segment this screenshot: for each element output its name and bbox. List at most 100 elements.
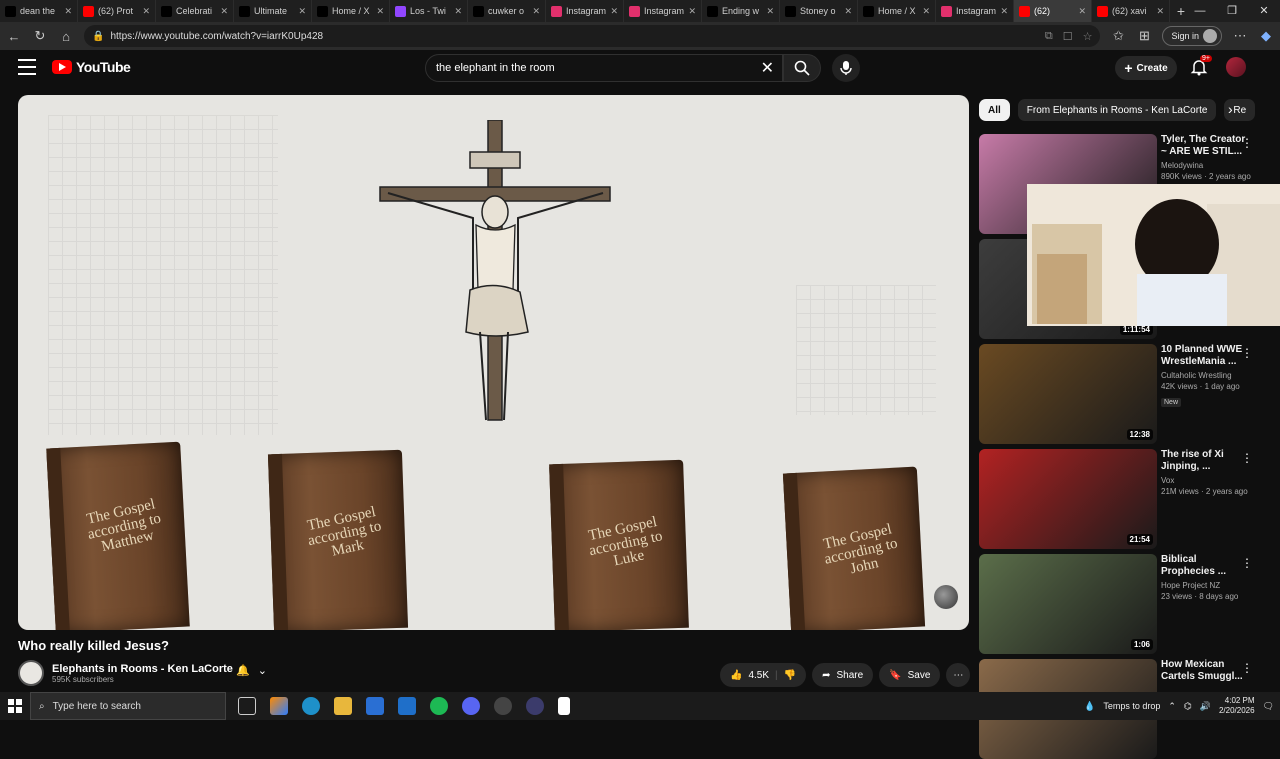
browser-tab[interactable]: Los - Twi ✕ [390, 0, 468, 22]
browser-tab[interactable]: Instagram ✕ [624, 0, 702, 22]
more-options-icon[interactable]: ⋮ [1241, 451, 1253, 465]
video-channel[interactable]: Melodywina [1161, 161, 1251, 170]
more-actions-button[interactable]: ⋯ [946, 663, 971, 687]
close-tab-icon[interactable]: ✕ [1078, 6, 1086, 17]
sign-in-button[interactable]: Sign in [1162, 26, 1222, 46]
document-icon[interactable] [558, 697, 570, 715]
close-tab-icon[interactable]: ✕ [922, 6, 930, 17]
close-tab-icon[interactable]: ✕ [844, 6, 852, 17]
browser-tab[interactable]: (62) Prot ✕ [78, 0, 156, 22]
copilot-app-icon[interactable] [270, 697, 288, 715]
video-player[interactable]: The Gospel according to Matthew The Gosp… [18, 95, 969, 630]
search-button[interactable] [783, 54, 821, 82]
close-tab-icon[interactable]: ✕ [766, 6, 774, 17]
recommended-video[interactable]: How Mexican Cartels Smuggl... ⋮ [979, 659, 1269, 759]
more-menu-icon[interactable]: ⋯ [1232, 28, 1248, 44]
minimize-icon[interactable]: — [1184, 0, 1216, 22]
video-channel[interactable]: Hope Project NZ [1161, 581, 1251, 590]
search-input[interactable]: the elephant in the room ✕ [425, 54, 783, 82]
chip-from-channel[interactable]: From Elephants in Rooms - Ken LaCorte [1017, 99, 1217, 121]
more-options-icon[interactable]: ⋮ [1241, 346, 1253, 360]
user-avatar[interactable] [1226, 57, 1246, 77]
close-tab-icon[interactable]: ✕ [1156, 6, 1164, 17]
app-icon[interactable] [526, 697, 544, 715]
browser-tab[interactable]: dean the ✕ [0, 0, 78, 22]
browser-tab[interactable]: Ending w ✕ [702, 0, 780, 22]
voice-search-button[interactable] [832, 54, 860, 82]
close-tab-icon[interactable]: ✕ [376, 6, 384, 17]
refresh-icon[interactable]: ↻ [32, 28, 48, 44]
spotify-icon[interactable] [430, 697, 448, 715]
browser-tab[interactable]: Celebrati ✕ [156, 0, 234, 22]
favorite-icon[interactable]: ☆ [1083, 30, 1093, 43]
volume-icon[interactable]: 🔊 [1200, 701, 1211, 712]
video-title[interactable]: Biblical Prophecies ... [1161, 554, 1251, 578]
recommended-video[interactable]: 21:54 The rise of Xi Jinping, ... Vox 21M v… [979, 449, 1269, 549]
channel-avatar[interactable] [18, 660, 44, 686]
close-tab-icon[interactable]: ✕ [454, 6, 462, 17]
close-tab-icon[interactable]: ✕ [142, 6, 150, 17]
video-thumbnail[interactable]: 1:06 [979, 554, 1157, 654]
browser-tab[interactable]: Ultimate ✕ [234, 0, 312, 22]
close-tab-icon[interactable]: ✕ [532, 6, 540, 17]
like-icon[interactable]: 👍 [730, 670, 742, 681]
reader-icon[interactable]: ☐ [1063, 30, 1073, 43]
obs-icon[interactable] [494, 697, 512, 715]
mail-icon[interactable] [398, 697, 416, 715]
dislike-icon[interactable]: 👎 [784, 670, 796, 681]
close-tab-icon[interactable]: ✕ [298, 6, 306, 17]
network-icon[interactable]: ⌬ [1184, 701, 1192, 712]
channel-name[interactable]: Elephants in Rooms - Ken LaCorte [52, 663, 233, 675]
subscription-bell-button[interactable]: 🔔 ⌄ [236, 664, 267, 677]
chevron-right-icon[interactable]: › [1228, 101, 1233, 117]
share-button[interactable]: ➦ Share [812, 663, 874, 687]
recommended-video[interactable]: 12:38 10 Planned WWE WrestleMania ... Cult… [979, 344, 1269, 444]
taskbar-search-input[interactable]: ⌕ Type here to search [30, 692, 226, 720]
notifications-button[interactable]: 9+ [1190, 55, 1212, 78]
browser-tab[interactable]: Instagram ✕ [546, 0, 624, 22]
menu-icon[interactable] [18, 59, 36, 75]
browser-tab[interactable]: Home / X ✕ [312, 0, 390, 22]
close-tab-icon[interactable]: ✕ [610, 6, 618, 17]
back-icon[interactable]: ← [6, 29, 22, 44]
favorites-icon[interactable]: ✩ [1110, 28, 1126, 44]
browser-tab[interactable]: Instagram ✕ [936, 0, 1014, 22]
create-button[interactable]: + Create [1115, 56, 1177, 80]
store-icon[interactable] [366, 697, 384, 715]
video-title[interactable]: Tyler, The Creator ~ ARE WE STIL... [1161, 134, 1251, 158]
close-tab-icon[interactable]: ✕ [64, 6, 72, 17]
browser-tab[interactable]: Home / X ✕ [858, 0, 936, 22]
video-channel[interactable]: Cultaholic Wrestling [1161, 371, 1251, 380]
more-options-icon[interactable]: ⋮ [1241, 661, 1253, 675]
notifications-center-icon[interactable]: 🗨 [1263, 701, 1274, 712]
close-tab-icon[interactable]: ✕ [220, 6, 228, 17]
close-tab-icon[interactable]: ✕ [688, 6, 696, 17]
clock[interactable]: 4:02 PM 2/20/2026 [1219, 696, 1255, 716]
edge-browser-icon[interactable] [302, 697, 320, 715]
tray-chevron-icon[interactable]: ⌃ [1168, 701, 1176, 712]
task-view-icon[interactable] [238, 697, 256, 715]
more-options-icon[interactable]: ⋮ [1241, 556, 1253, 570]
file-explorer-icon[interactable] [334, 697, 352, 715]
windows-start-icon[interactable] [0, 699, 30, 713]
recommended-video[interactable]: 1:06 Biblical Prophecies ... Hope Project … [979, 554, 1269, 654]
extension-icon[interactable]: ⧉ [1045, 30, 1053, 43]
save-button[interactable]: 🔖 Save [879, 663, 941, 687]
like-count[interactable]: 4.5K [748, 670, 769, 681]
close-window-icon[interactable]: ✕ [1248, 0, 1280, 22]
video-thumbnail[interactable]: 21:54 [979, 449, 1157, 549]
clear-search-icon[interactable]: ✕ [761, 58, 774, 78]
browser-tab[interactable]: (62) xavi ✕ [1092, 0, 1170, 22]
browser-tab[interactable]: cuwker o ✕ [468, 0, 546, 22]
close-tab-icon[interactable]: ✕ [1000, 6, 1008, 17]
discord-icon[interactable] [462, 697, 480, 715]
browser-tab[interactable]: (62) ✕ [1014, 0, 1092, 22]
video-thumbnail[interactable]: 12:38 [979, 344, 1157, 444]
url-field[interactable]: 🔒 https://www.youtube.com/watch?v=iarrK0… [84, 25, 1101, 47]
video-title[interactable]: The rise of Xi Jinping, ... [1161, 449, 1251, 473]
video-title[interactable]: How Mexican Cartels Smuggl... [1161, 659, 1251, 683]
video-channel[interactable]: Vox [1161, 476, 1251, 485]
maximize-icon[interactable]: ❐ [1216, 0, 1248, 22]
youtube-logo[interactable]: YouTube [52, 59, 131, 75]
weather-text[interactable]: Temps to drop [1103, 701, 1160, 711]
